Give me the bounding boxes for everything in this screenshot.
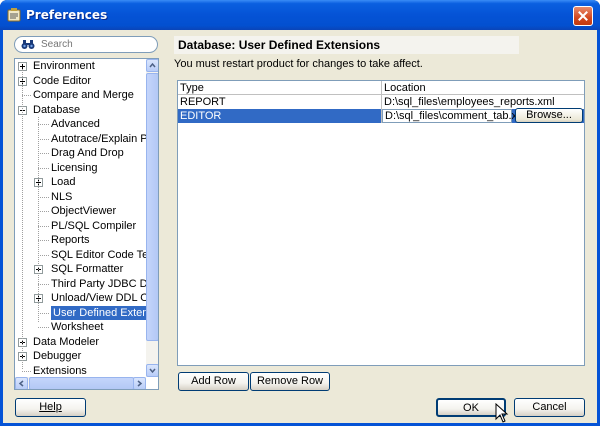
tree-item-label: Advanced xyxy=(51,118,100,130)
tree-connector xyxy=(22,69,23,369)
tree-item-label: Code Editor xyxy=(33,74,92,87)
restart-note: You must restart product for changes to … xyxy=(174,58,423,70)
tree-item[interactable]: Advanced xyxy=(15,117,146,131)
preferences-window: Preferences Environment Code Editor Compar… xyxy=(0,0,600,426)
tree-connector xyxy=(22,95,31,96)
tree-item[interactable]: ObjectViewer xyxy=(15,204,146,218)
tree-item[interactable]: SQL Editor Code Templa xyxy=(15,248,158,262)
tree-connector xyxy=(38,283,49,285)
help-button[interactable]: Help xyxy=(15,398,86,417)
search-box[interactable] xyxy=(14,36,158,53)
tree-connector xyxy=(38,124,49,125)
tree-horizontal-scrollbar[interactable] xyxy=(15,377,146,389)
tree-item-label: Third Party JDBC Driver xyxy=(51,277,159,290)
app-icon xyxy=(7,8,21,22)
page-title: Database: User Defined Extensions xyxy=(174,36,519,54)
preferences-tree: Environment Code Editor Compare and Merge D… xyxy=(14,58,159,390)
mouse-cursor-icon xyxy=(495,403,509,423)
tree-item[interactable]: SQL Formatter xyxy=(15,262,146,276)
tree-connector xyxy=(22,370,31,372)
tree-item-label: Reports xyxy=(51,234,90,246)
tree-item[interactable]: Database xyxy=(15,103,146,117)
tree-item-label: Licensing xyxy=(51,161,98,174)
tree-item[interactable]: Compare and Merge xyxy=(15,88,146,102)
window-title: Preferences xyxy=(26,8,108,22)
tree-item-label: Data Modeler xyxy=(33,335,100,348)
scroll-left-button[interactable] xyxy=(15,377,28,389)
add-row-button[interactable]: Add Row xyxy=(178,372,249,391)
tree-item-label: Database xyxy=(33,103,81,116)
location-cell: D:\sql_files\employees_reports.xml xyxy=(384,96,555,108)
tree-item-label: Worksheet xyxy=(51,321,104,333)
type-cell: EDITOR xyxy=(180,110,222,122)
tree-item[interactable]: Drag And Drop xyxy=(15,146,146,160)
tree-vertical-thumb[interactable] xyxy=(146,73,158,341)
tree-connector xyxy=(38,211,49,212)
tree-items: Environment Code Editor Compare and Merge D… xyxy=(15,59,158,378)
tree-item[interactable]: Autotrace/Explain Plan xyxy=(15,132,158,146)
tree-item-label: Debugger xyxy=(33,350,82,362)
tree-item[interactable]: User Defined Extension xyxy=(15,305,158,320)
close-icon[interactable] xyxy=(573,6,593,26)
tree-connector xyxy=(38,254,49,256)
remove-row-button[interactable]: Remove Row xyxy=(250,372,330,391)
tree-item[interactable]: Load xyxy=(15,175,146,189)
tree-item[interactable]: Environment xyxy=(15,59,146,73)
tree-connector xyxy=(38,240,49,241)
column-header-type[interactable]: Type xyxy=(178,81,381,95)
cancel-button[interactable]: Cancel xyxy=(514,398,585,417)
tree-item-label: Load xyxy=(51,176,76,188)
tree-item[interactable]: Debugger xyxy=(15,349,146,363)
tree-item[interactable]: Licensing xyxy=(15,161,146,175)
tree-connector xyxy=(38,167,49,169)
column-header-location[interactable]: Location xyxy=(381,81,584,95)
tree-connector xyxy=(38,138,49,140)
tree-item[interactable]: PL/SQL Compiler xyxy=(15,219,146,233)
scroll-right-button[interactable] xyxy=(133,377,146,389)
chevron-left-icon xyxy=(18,380,24,387)
chevron-right-icon xyxy=(137,380,143,387)
tree-item-label: Drag And Drop xyxy=(51,147,124,159)
tree-item-label: PL/SQL Compiler xyxy=(51,219,137,232)
tree-item[interactable]: Data Modeler xyxy=(15,335,146,349)
tree-item-label: Compare and Merge xyxy=(33,89,134,101)
tree-item[interactable]: Third Party JDBC Driver xyxy=(15,277,158,291)
scroll-down-button[interactable] xyxy=(146,364,158,377)
tree-horizontal-thumb[interactable] xyxy=(29,377,134,389)
binoculars-icon xyxy=(21,40,35,49)
search-input[interactable] xyxy=(41,38,153,51)
browse-button[interactable]: Browse... xyxy=(515,108,583,123)
tree-connector xyxy=(38,196,49,198)
tree-item-label: Autotrace/Explain Plan xyxy=(51,132,159,145)
location-edit-field[interactable]: D:\sql_files\comment_tab.xml xyxy=(382,109,529,123)
tree-item[interactable]: NLS xyxy=(15,190,146,204)
chevron-down-icon xyxy=(149,368,156,374)
tree-item-label: ObjectViewer xyxy=(51,205,117,217)
tree-connector xyxy=(38,312,49,314)
scroll-up-button[interactable] xyxy=(146,59,158,72)
tree-item-label: Unload/View DDL Option xyxy=(51,292,158,304)
tree-item-label: User Defined Extension xyxy=(51,305,158,320)
tree-connector xyxy=(38,153,49,154)
tree-connector xyxy=(38,225,49,227)
tree-vertical-scrollbar[interactable] xyxy=(146,59,158,377)
chevron-up-icon xyxy=(149,62,156,68)
tree-item-label: Extensions xyxy=(33,364,87,377)
tree-connector xyxy=(38,327,49,328)
tree-item-label: SQL Editor Code Templa xyxy=(51,248,158,261)
tree-item[interactable]: Code Editor xyxy=(15,74,146,88)
extensions-table: Type Location REPORT D:\sql_files\employ… xyxy=(177,80,585,366)
tree-item[interactable]: Unload/View DDL Option xyxy=(15,291,158,305)
tree-item-label: NLS xyxy=(51,190,73,203)
tree-item-label: SQL Formatter xyxy=(51,263,124,275)
tree-item[interactable]: Worksheet xyxy=(15,320,146,334)
tree-connector xyxy=(38,117,39,322)
tree-item-label: Environment xyxy=(33,60,95,72)
title-bar[interactable]: Preferences xyxy=(0,0,600,30)
type-cell: REPORT xyxy=(180,96,226,108)
column-divider xyxy=(381,81,382,123)
tree-item[interactable]: Reports xyxy=(15,233,146,247)
tree-item[interactable]: Extensions xyxy=(15,364,146,378)
